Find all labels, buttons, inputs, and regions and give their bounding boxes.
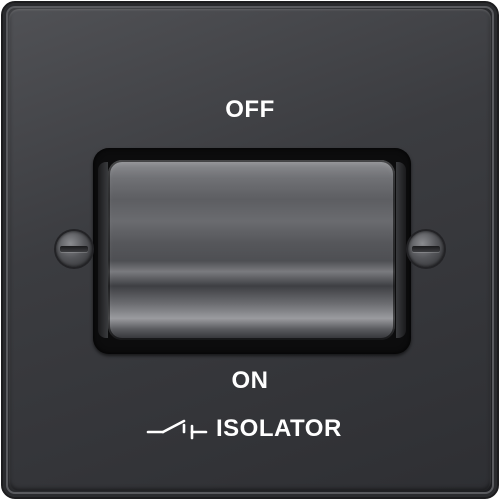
isolator-row: ISOLATOR <box>146 414 342 444</box>
off-label: OFF <box>225 96 275 123</box>
on-label: ON <box>231 367 269 394</box>
rocker-edge-right <box>396 162 406 338</box>
isolator-label: ISOLATOR <box>216 415 342 442</box>
rocker-switch[interactable] <box>108 160 395 340</box>
screw-icon <box>408 231 444 267</box>
isolator-switch-icon <box>146 419 208 440</box>
screw-icon <box>56 231 92 267</box>
rocker-edge-left <box>98 162 108 338</box>
